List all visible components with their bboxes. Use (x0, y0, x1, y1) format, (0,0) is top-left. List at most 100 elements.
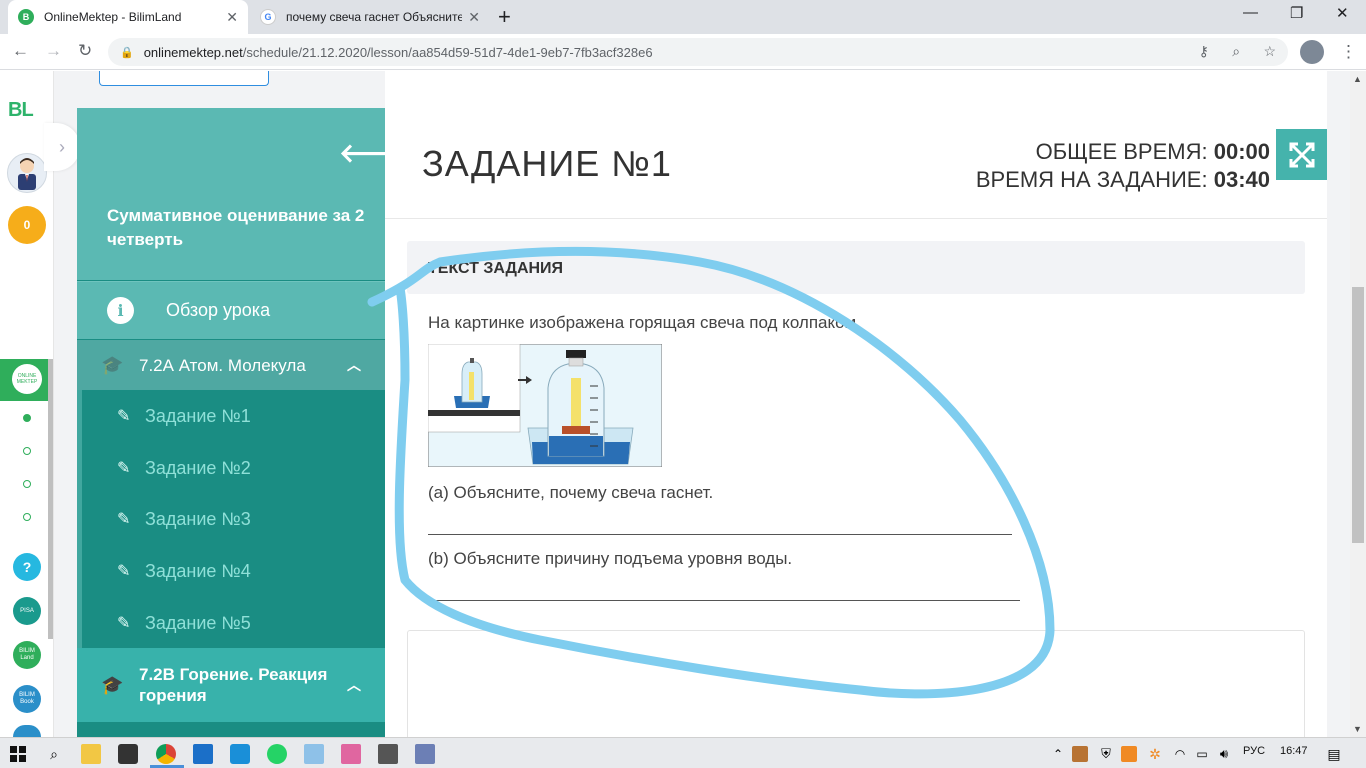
reload-icon[interactable]: ↻ (78, 41, 92, 61)
pisa-button[interactable]: PISA (13, 597, 41, 625)
sidebar-item-overview[interactable]: i Обзор урока (77, 281, 385, 339)
volume-icon[interactable]: 🔊︎ (1214, 744, 1234, 764)
question-a: (а) Объясните, почему свеча гаснет. (428, 483, 714, 502)
student-avatar-icon (18, 158, 36, 190)
rail-scrollbar[interactable] (48, 359, 53, 639)
desktop-app-icon[interactable] (304, 744, 324, 764)
store-icon[interactable] (118, 744, 138, 764)
scroll-down-icon[interactable]: ▼ (1353, 724, 1362, 734)
key-icon[interactable]: ⚷ (1199, 43, 1209, 59)
edit-icon: ✎ (117, 460, 131, 477)
tool-app-icon[interactable] (378, 744, 398, 764)
omnibox-actions: ⚷ ⌕ ☆ (1199, 43, 1276, 60)
coin-counter[interactable]: 0 (8, 206, 46, 244)
whatsapp-icon[interactable] (267, 744, 287, 764)
bilimland-button[interactable]: BILIM Land (13, 641, 41, 669)
rail-nav-dot-2[interactable] (23, 447, 31, 455)
total-time-label: ОБЩЕЕ ВРЕМЯ: (1035, 139, 1208, 164)
close-tab-icon[interactable]: ✕ (468, 9, 480, 26)
close-window-button[interactable]: ✕ (1336, 4, 1349, 22)
task-time-label: ВРЕМЯ НА ЗАДАНИЕ: (975, 167, 1208, 192)
tray-app-icon-1[interactable] (1072, 746, 1088, 762)
edit-icon: ✎ (117, 511, 131, 528)
graduation-cap-icon: 🎓 (101, 354, 124, 375)
tab-google-search[interactable]: G почему свеча гаснет Объясните ✕ (250, 0, 490, 34)
language-indicator[interactable]: РУС (1243, 745, 1265, 757)
rail-nav-dot-1[interactable] (23, 414, 31, 422)
tab-onlinemektep[interactable]: B OnlineMektep - BilimLand ✕ (8, 0, 248, 34)
zoom-icon[interactable]: ⌕ (1232, 43, 1240, 59)
rail-more-button[interactable] (13, 725, 41, 737)
rail-nav-dot-4[interactable] (23, 513, 31, 521)
windows-start-icon[interactable] (8, 744, 28, 764)
edit-icon: ✎ (117, 563, 131, 580)
user-avatar[interactable] (7, 153, 47, 193)
scroll-up-icon[interactable]: ▲ (1353, 74, 1362, 84)
edit-icon: ✎ (117, 408, 131, 425)
chrome-icon[interactable] (156, 744, 176, 764)
mail-icon[interactable] (193, 744, 213, 764)
bookmark-star-icon[interactable]: ☆ (1263, 43, 1276, 59)
sidebar-item-task-3[interactable]: ✎ Задание №3 (81, 493, 385, 545)
help-button[interactable]: ? (13, 553, 41, 581)
sidebar-item-label: Задание №2 (145, 457, 251, 478)
bl-logo[interactable]: BL (8, 99, 34, 122)
topic-label: 7.2В Горение. Реакция горения (139, 665, 328, 705)
paint-app-icon[interactable] (341, 744, 361, 764)
chevron-up-icon[interactable]: ︿ (347, 675, 361, 695)
running-app-icon[interactable] (415, 744, 435, 764)
profile-avatar[interactable] (1300, 40, 1324, 64)
tray-app-icon-3[interactable]: ✲ (1145, 744, 1165, 764)
minimize-button[interactable]: — (1243, 4, 1258, 21)
sidebar-item-label: Задание №5 (145, 612, 251, 633)
battery-icon[interactable]: ▭ (1192, 744, 1212, 764)
skype-icon[interactable] (230, 744, 250, 764)
sidebar-item-task-5[interactable]: ✎ Задание №5 (81, 597, 385, 649)
forward-arrow-icon[interactable]: → (45, 41, 62, 61)
windows-taskbar: ⌕ ⌃ ⛨ ✲ ◠ ▭ 🔊︎ ▤ (0, 737, 1366, 768)
onlinemektep-badge[interactable]: ONLINE MEKTEP (12, 364, 42, 394)
back-arrow-icon[interactable]: ← (12, 41, 29, 61)
bilimland-favicon-icon: B (18, 9, 34, 25)
address-bar[interactable]: 🔒 onlinemektep.net/schedule/21.12.2020/l… (108, 38, 1288, 66)
close-tab-icon[interactable]: ✕ (226, 9, 238, 26)
url-path: /schedule/21.12.2020/lesson/aa854d59-51d… (242, 44, 653, 60)
total-time-value: 00:00 (1213, 139, 1270, 164)
top-outline-button[interactable] (99, 71, 269, 86)
page-title: ЗАДАНИЕ №1 (422, 143, 672, 184)
graduation-cap-icon: 🎓 (101, 674, 124, 695)
url-host: onlinemektep.net (143, 44, 243, 60)
tray-app-icon-2[interactable] (1121, 746, 1137, 762)
restore-button[interactable]: ❐ (1290, 4, 1303, 22)
sidebar-item-label: Задание №1 (145, 405, 251, 426)
edit-icon: ✎ (117, 615, 131, 632)
rail-nav-dot-3[interactable] (23, 480, 31, 488)
file-explorer-icon[interactable] (81, 744, 101, 764)
back-arrow-icon[interactable]: 🡐 (339, 138, 385, 169)
sidebar-item-label: Обзор урока (166, 300, 271, 320)
sidebar-item-task-2[interactable]: ✎ Задание №2 (81, 442, 385, 494)
sidebar-topic-combustion[interactable]: 🎓 7.2В Горение. Реакция горения ︿ (77, 648, 385, 722)
wifi-icon[interactable]: ◠ (1170, 744, 1190, 764)
lock-icon: 🔒 (120, 46, 134, 59)
page-scrollbar-thumb[interactable] (1352, 287, 1364, 543)
sidebar-title: Суммативное оценивание за 2 четверть (107, 206, 365, 249)
bilimbook-button[interactable]: BILIM Book (13, 685, 41, 713)
new-tab-button[interactable]: + (498, 6, 511, 28)
info-icon: i (107, 297, 134, 324)
chevron-up-icon[interactable]: ︿ (347, 355, 361, 375)
answer-input-box[interactable] (407, 630, 1305, 740)
fullscreen-button[interactable] (1276, 129, 1327, 180)
menu-dots-icon[interactable]: ⋮ (1340, 42, 1357, 62)
sidebar-item-task-1[interactable]: ✎ Задание №1 (81, 390, 385, 442)
sidebar-item-task-4[interactable]: ✎ Задание №4 (81, 545, 385, 597)
sidebar-header: 🡐 Суммативное оценивание за 2 четверть (77, 108, 385, 280)
sidebar-topic-atom[interactable]: 🎓 7.2А Атом. Молекула ︿ (77, 340, 385, 390)
tray-chevron-up-icon[interactable]: ⌃ (1048, 744, 1068, 764)
search-icon[interactable]: ⌕ (44, 744, 64, 764)
tray-security-icon[interactable]: ⛨ (1096, 744, 1116, 764)
clock[interactable]: 16:47 (1280, 745, 1308, 757)
expand-arrows-icon (1289, 142, 1314, 167)
browser-tab-bar: B OnlineMektep - BilimLand ✕ G почему св… (0, 0, 1366, 34)
notifications-icon[interactable]: ▤ (1324, 744, 1344, 764)
